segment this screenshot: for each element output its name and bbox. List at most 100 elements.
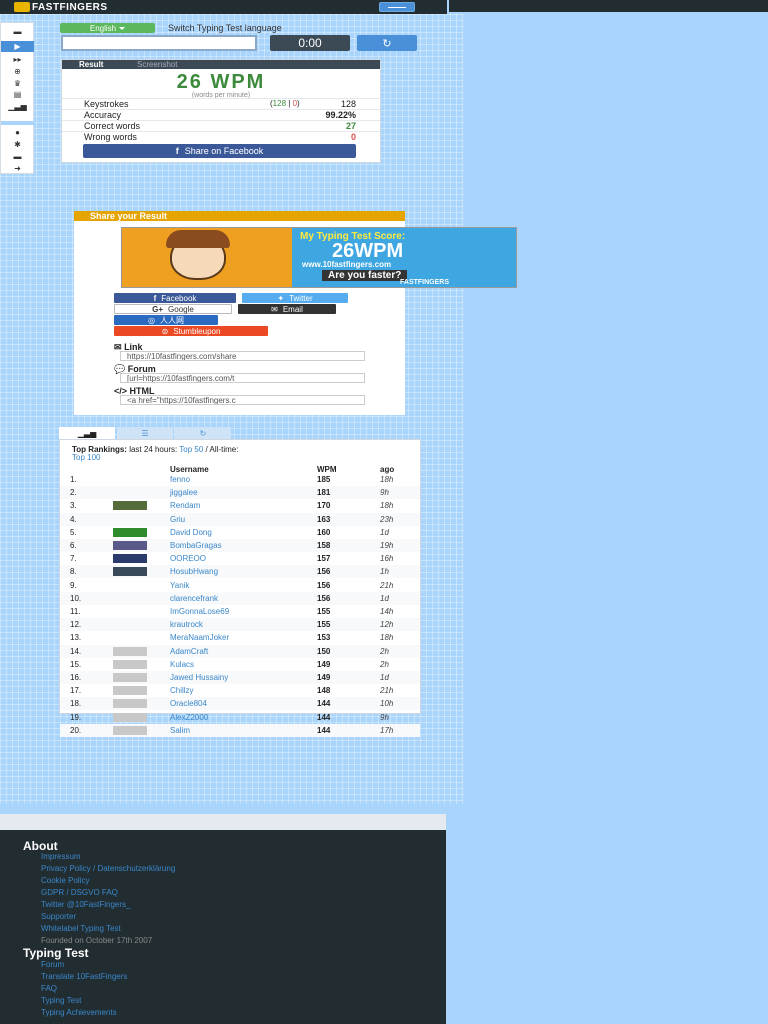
footer-link-twitter[interactable]: Twitter @10FastFingers_ [41, 900, 130, 909]
rank-username-link[interactable]: krautrock [170, 618, 203, 631]
sidebar-item-minus[interactable]: ▬ [1, 151, 34, 162]
rank-username-link[interactable]: AlexZ2000 [170, 711, 208, 724]
rank-position: 18. [70, 699, 82, 709]
rank-username-link[interactable]: Yanik [170, 579, 189, 592]
footer-link-forum[interactable]: Forum [41, 960, 64, 969]
share-on-facebook-button[interactable]: f Share on Facebook [83, 144, 356, 158]
share-google-button[interactable]: G+ Google [114, 304, 232, 314]
sidebar-item-typing-test[interactable]: ▶ [1, 41, 34, 52]
hamburger-icon [388, 7, 406, 8]
sidebar-item-competition[interactable]: ♛ [1, 78, 34, 89]
footer-link-typing-test[interactable]: Typing Test [41, 996, 81, 1005]
footer-typing-heading: Typing Test [23, 946, 89, 960]
result-tabs: Result Screenshot [62, 60, 380, 69]
rank-username-link[interactable]: fenno [170, 473, 190, 486]
share-stumbleupon-button[interactable]: ⊜ Stumbleupon [114, 326, 268, 336]
footer-link-cookie[interactable]: Cookie Policy [41, 876, 89, 885]
stat-label: Wrong words [84, 132, 137, 142]
share-facebook-button[interactable]: f Facebook [114, 293, 236, 303]
stumbleupon-icon: ⊜ [161, 326, 169, 336]
rank-wpm: 150 [317, 646, 331, 656]
sidebar-item-profile[interactable]: ● [1, 127, 34, 138]
site-logo[interactable]: FASTFINGERS [14, 1, 108, 13]
rank-username-link[interactable]: MeraNaamJoker [170, 631, 229, 644]
minus-icon: ▬ [13, 152, 22, 161]
share-facebook-label: Facebook [161, 293, 197, 303]
rank-username-link[interactable]: David Dong [170, 526, 212, 539]
footer-strip [0, 814, 446, 830]
footer-link-supporter[interactable]: Supporter [41, 912, 76, 921]
reload-button[interactable]: ↻ [357, 35, 417, 51]
tab-refresh[interactable]: ↻ [175, 427, 231, 439]
rank-wpm: 155 [317, 620, 331, 630]
tab-list[interactable]: ☰ [117, 427, 173, 439]
rank-username-link[interactable]: Oracle804 [170, 697, 207, 710]
rank-username-link[interactable]: AdamCraft [170, 645, 208, 658]
stat-label: Keystrokes [84, 99, 129, 109]
ranking-row: 8. HosubHwang 156 1h [60, 565, 420, 579]
stat-value: 128 [340, 99, 356, 109]
sidebar-item-stats[interactable]: ▁▃▅ [1, 101, 34, 112]
rank-wpm: 144 [317, 699, 331, 709]
footer-link-impressum[interactable]: Impressum [41, 852, 81, 861]
rank-username-link[interactable]: Rendam [170, 499, 200, 512]
language-dropdown-button[interactable]: English [60, 23, 155, 33]
tab-screenshot[interactable]: Screenshot [137, 60, 177, 69]
rank-ago: 14h [380, 607, 394, 616]
footer-link-translate[interactable]: Translate 10FastFingers [41, 972, 127, 981]
share-twitter-button[interactable]: ✦ Twitter [242, 293, 348, 303]
google-plus-icon: G+ [152, 304, 164, 314]
rank-username-link[interactable]: HosubHwang [170, 565, 218, 578]
sidebar-item-texts[interactable]: ▤ [1, 89, 34, 100]
rank-position: 11. [70, 607, 81, 616]
rank-username-link[interactable]: BombaGragas [170, 539, 222, 552]
rank-ago: 18h [380, 501, 394, 511]
forum-input[interactable]: [url=https://10fastfingers.com/t [120, 373, 365, 383]
footer-link-achievements[interactable]: Typing Achievements [41, 1008, 117, 1017]
share-header: Share your Result [74, 211, 405, 221]
sidebar-item-keyboard[interactable]: ▬ [1, 26, 34, 37]
share-renren-button[interactable]: ◎ 人人网 [114, 315, 218, 325]
banner-character-hair [166, 230, 230, 248]
banner-question: Are you faster? [322, 270, 408, 281]
rank-username-link[interactable]: Kulacs [170, 658, 194, 671]
share-facebook-label: Share on Facebook [184, 146, 264, 156]
rank-username-link[interactable]: Griu [170, 513, 185, 526]
footer-link-faq[interactable]: FAQ [41, 984, 57, 993]
sidebar-item-games[interactable]: ⊕ [1, 66, 34, 77]
tab-result[interactable]: Result [79, 60, 103, 69]
rank-username-link[interactable]: Chillzy [170, 684, 194, 697]
user-avatar [113, 567, 147, 577]
result-panel: Result Screenshot 26 WPM (words per minu… [61, 59, 381, 163]
keyboard-icon: ▬ [13, 27, 22, 36]
rank-username-link[interactable]: Jawed Hussainy [170, 671, 228, 684]
rank-username-link[interactable]: clarencefrank [170, 592, 218, 605]
sidebar-item-settings[interactable]: ✱ [1, 139, 34, 150]
navbar-toggle-button[interactable] [379, 2, 415, 12]
typing-input[interactable] [61, 35, 257, 51]
tab-rankings[interactable]: ▁▃▅ [59, 427, 115, 439]
rank-username-link[interactable]: jiggalee [170, 486, 198, 499]
top-50-link[interactable]: Top 50 [179, 445, 203, 454]
share-email-button[interactable]: ✉ Email [238, 304, 336, 314]
sidebar-item-advanced[interactable]: ▸▸ [1, 54, 34, 65]
stat-row-accuracy: Accuracy 99.22% [62, 109, 380, 120]
rank-wpm: 144 [317, 725, 331, 735]
caret-down-icon [119, 26, 126, 30]
footer-link-gdpr[interactable]: GDPR / DSGVO FAQ [41, 888, 118, 897]
html-input[interactable]: <a href="https://10fastfingers.c [120, 395, 365, 405]
footer-link-whitelabel[interactable]: Whitelabel Typing Test [41, 924, 121, 933]
logo-text: FASTFINGERS [32, 1, 108, 13]
rank-ago: 23h [380, 514, 394, 524]
sidebar-item-login[interactable]: ➜ [1, 163, 34, 174]
link-input[interactable]: https://10fastfingers.com/share [120, 351, 365, 361]
rank-username-link[interactable]: OOREOO [170, 552, 206, 565]
rank-username-link[interactable]: Salim [170, 724, 190, 737]
user-avatar [113, 725, 147, 735]
rank-position: 4. [70, 514, 77, 524]
footer-link-privacy[interactable]: Privacy Policy / Datenschutzerklärung [41, 864, 175, 873]
rank-username-link[interactable]: ImGonnaLose69 [170, 605, 229, 618]
ranking-row: 10. clarencefrank 156 1d [60, 591, 420, 605]
top-100-link[interactable]: Top 100 [72, 453, 100, 462]
ranking-row: 14. AdamCraft 150 2h [60, 644, 420, 658]
